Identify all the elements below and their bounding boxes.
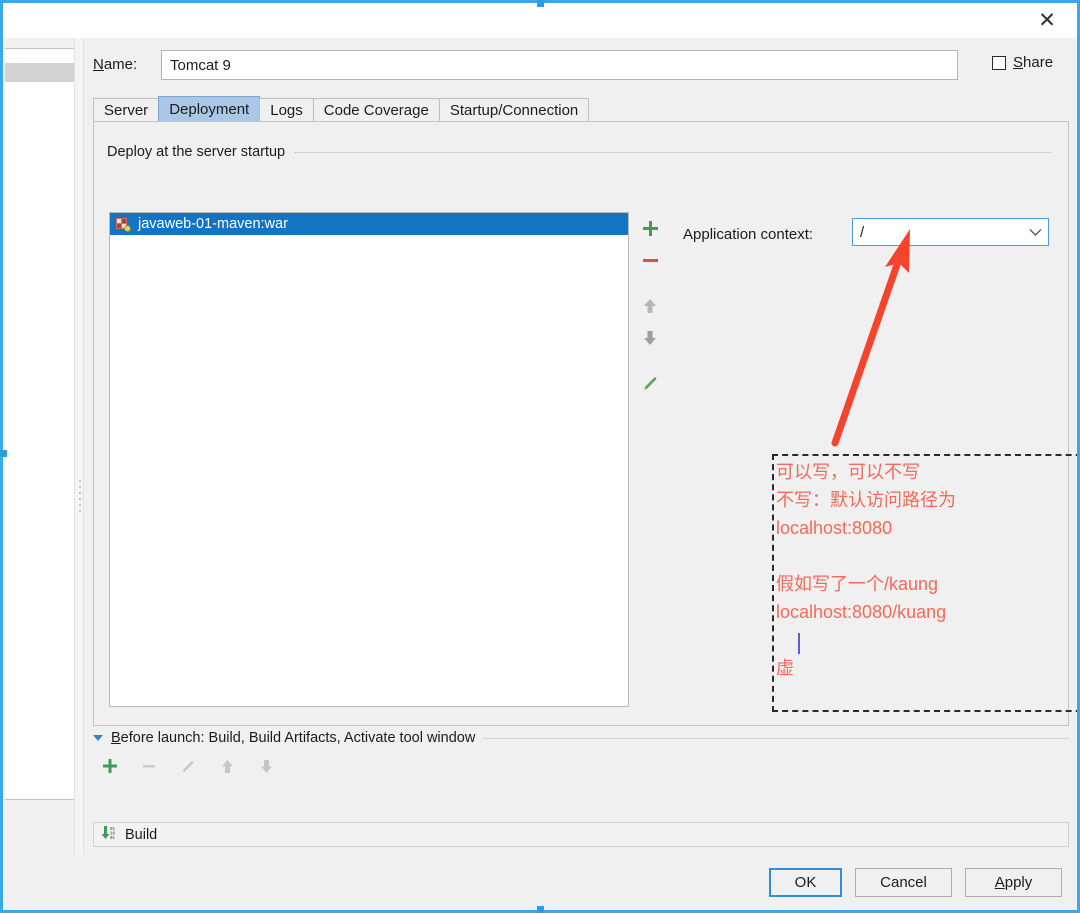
list-item-label: javaweb-01-maven:war <box>138 216 288 232</box>
resize-handle-left[interactable] <box>0 450 7 457</box>
before-launch-header[interactable]: Before launch: Build, Build Artifacts, A… <box>93 730 1069 746</box>
name-label-rest: ame: <box>103 56 138 73</box>
left-tree-panel <box>3 38 75 855</box>
triangle-down-icon[interactable] <box>93 735 103 741</box>
add-task-button[interactable] <box>97 753 123 779</box>
deploy-group-header: Deploy at the server startup <box>107 144 1051 160</box>
arrow-down-icon <box>260 759 272 773</box>
plus-icon <box>642 220 658 236</box>
resize-handle-bottom[interactable] <box>537 906 544 913</box>
before-launch-title-rest: efore launch: Build, Build Artifacts, Ac… <box>120 730 476 746</box>
svg-text:01: 01 <box>110 837 116 841</box>
minus-icon <box>642 258 658 262</box>
before-launch-task-label: Build <box>125 826 158 843</box>
before-launch-task-row[interactable]: 01 10 01 Build <box>93 822 1069 847</box>
application-context-combobox[interactable]: / <box>852 218 1049 246</box>
before-launch-toolbar <box>97 753 279 779</box>
dialog-footer: OK Cancel Apply <box>3 855 1077 910</box>
close-icon[interactable]: ✕ <box>1027 3 1067 38</box>
tab-deployment[interactable]: Deployment <box>158 96 261 122</box>
left-tree-selected-row[interactable] <box>5 63 75 82</box>
svg-text:01: 01 <box>110 828 116 832</box>
svg-text:10: 10 <box>110 832 116 836</box>
application-context-value: / <box>860 223 865 241</box>
apply-button[interactable]: Apply <box>965 868 1062 897</box>
deployment-list[interactable]: javaweb-01-maven:war <box>109 212 629 707</box>
name-label-mnemonic: N <box>93 56 104 73</box>
add-button[interactable] <box>635 212 665 244</box>
remove-button[interactable] <box>635 244 665 276</box>
before-launch-mnemonic: B <box>111 730 121 746</box>
edit-button[interactable] <box>635 368 665 400</box>
dialog-content: Name: Share Server Deployment Logs Code … <box>85 38 1077 875</box>
tab-startup-connection[interactable]: Startup/Connection <box>438 98 590 122</box>
name-label: Name: <box>93 56 137 73</box>
before-launch-title: Before launch: Build, Build Artifacts, A… <box>111 730 475 746</box>
arrow-up-icon <box>644 299 656 313</box>
deploy-group-title: Deploy at the server startup <box>107 144 286 160</box>
pencil-icon <box>644 377 657 390</box>
tab-logs[interactable]: Logs <box>259 98 314 122</box>
name-input[interactable] <box>161 50 958 80</box>
deployment-list-toolbar <box>634 212 666 477</box>
resize-handle-top[interactable] <box>537 0 544 7</box>
apply-mnemonic: A <box>994 874 1005 891</box>
remove-task-button <box>136 753 162 779</box>
pencil-icon <box>182 760 194 772</box>
move-down-button[interactable] <box>635 322 665 354</box>
cancel-button[interactable]: Cancel <box>855 868 952 897</box>
tab-code-coverage[interactable]: Code Coverage <box>312 98 440 122</box>
name-row: Name: Share <box>93 50 1069 80</box>
arrow-up-icon <box>221 759 233 773</box>
list-item[interactable]: javaweb-01-maven:war <box>110 213 628 235</box>
artifact-war-icon <box>115 217 131 232</box>
edit-task-button <box>175 753 201 779</box>
apply-rest: pply <box>1004 874 1033 891</box>
dialog-root: ✕ Name: Share Server Deployment Logs Cod… <box>0 0 1080 913</box>
ok-button[interactable]: OK <box>769 868 842 897</box>
tab-server[interactable]: Server <box>93 98 160 122</box>
move-task-up-button <box>214 753 240 779</box>
share-label-mnemonic: S <box>1013 54 1024 71</box>
share-label: Share <box>1013 54 1053 71</box>
application-context-label: Application context: <box>683 226 814 243</box>
minus-icon <box>143 765 155 768</box>
panel-splitter[interactable] <box>74 38 84 855</box>
plus-icon <box>103 759 117 773</box>
share-label-rest: hare <box>1023 54 1054 71</box>
annotation-text: 可以写，可以不写 不写：默认访问路径为 localhost:8080 假如写了一… <box>776 462 956 678</box>
arrow-down-icon <box>644 331 656 345</box>
move-task-down-button <box>253 753 279 779</box>
tab-bar: Server Deployment Logs Code Coverage Sta… <box>93 96 590 122</box>
dialog-titlebar: ✕ <box>3 3 1077 38</box>
share-checkbox[interactable] <box>992 55 1006 70</box>
before-launch-separator <box>483 737 1069 739</box>
splitter-grip-icon <box>78 478 82 513</box>
move-up-button[interactable] <box>635 290 665 322</box>
annotation-text-caret <box>798 633 800 654</box>
left-tree-list[interactable] <box>5 48 75 800</box>
share-checkbox-group[interactable]: Share <box>992 54 1053 71</box>
deploy-group-separator <box>294 151 1051 153</box>
compile-build-icon: 01 10 01 <box>100 825 118 845</box>
chevron-down-icon[interactable] <box>1022 219 1048 245</box>
